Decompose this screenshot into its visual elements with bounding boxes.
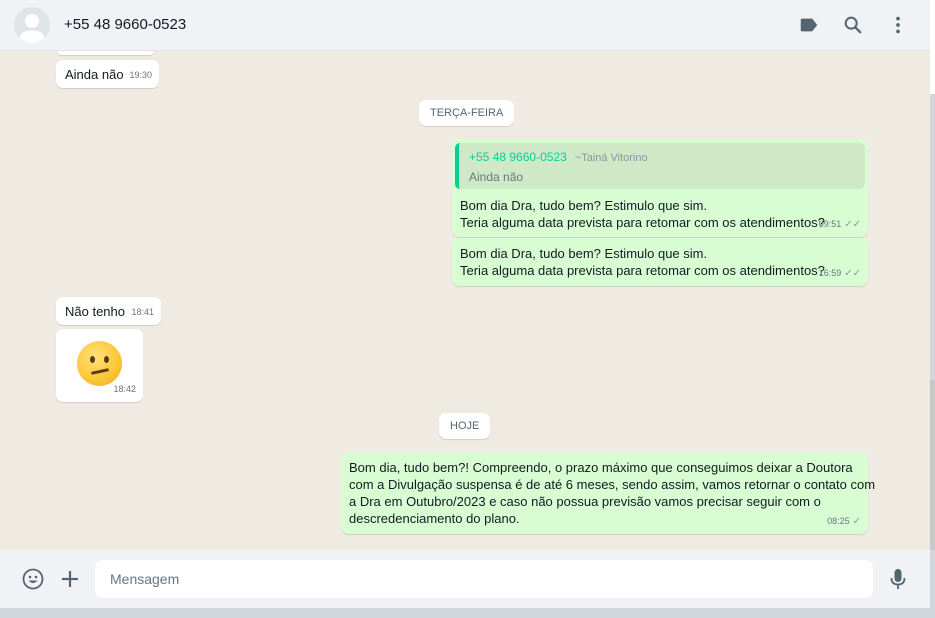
quote-text: Ainda não — [469, 170, 524, 184]
date-divider: HOJE — [439, 413, 491, 439]
message-bubble-incoming[interactable]: Não tenho 18:41 — [56, 297, 161, 325]
emoji-icon[interactable] — [21, 567, 45, 591]
double-check-icon: ✓✓ — [844, 268, 861, 279]
message-text: Bom dia Dra, tudo bem? Estimulo que sim.… — [460, 246, 825, 278]
search-icon[interactable] — [842, 14, 864, 36]
message-time: 09:51 ✓✓ — [818, 219, 861, 230]
date-divider: TERÇA-FEIRA — [419, 100, 515, 126]
scrollbar-thumb[interactable] — [930, 380, 935, 550]
message-bubble-outgoing[interactable]: Bom dia Dra, tudo bem? Estimulo que sim.… — [452, 238, 868, 286]
quoted-message[interactable]: +55 48 9660-0523 ~Tainá Vitorino Ainda nã… — [455, 143, 865, 189]
label-icon[interactable] — [798, 14, 820, 36]
chat-header: +55 48 9660-0523 — [0, 0, 930, 51]
message-input[interactable]: Mensagem — [95, 560, 873, 598]
message-time: 18:41 — [131, 307, 154, 317]
message-time: 18:42 — [113, 384, 136, 394]
message-time: 16:59 ✓✓ — [818, 268, 861, 279]
check-icon: ✓ — [852, 516, 861, 527]
double-check-icon: ✓✓ — [844, 219, 861, 230]
message-bubble-outgoing[interactable]: +55 48 9660-0523 ~Tainá Vitorino Ainda nã… — [452, 139, 868, 237]
composer-bar: Mensagem — [0, 550, 930, 608]
message-text: Ainda não — [65, 67, 124, 82]
menu-icon[interactable] — [887, 14, 909, 36]
plus-icon[interactable] — [58, 567, 82, 591]
contact-name[interactable]: +55 48 9660-0523 — [64, 16, 186, 33]
scrollbar-track-top — [930, 0, 935, 94]
message-bubble-incoming[interactable]: Ainda não 19:30 — [56, 60, 159, 88]
quote-sender: +55 48 9660-0523 ~Tainá Vitorino — [469, 150, 648, 164]
message-list[interactable]: Ainda não 19:30 TERÇA-FEIRA +55 48 9660-… — [0, 51, 930, 550]
microphone-icon[interactable] — [886, 567, 910, 591]
message-text: Bom dia Dra, tudo bem? Estimulo que sim.… — [460, 198, 825, 230]
message-bubble-clipped — [56, 51, 155, 55]
message-time: 19:30 — [129, 70, 152, 80]
scrollbar[interactable] — [930, 0, 935, 618]
message-bubble-emoji[interactable]: 18:42 — [56, 329, 143, 402]
message-bubble-outgoing[interactable]: Bom dia, tudo bem?! Compreendo, o prazo … — [341, 452, 875, 534]
window-edge — [0, 608, 935, 618]
message-text: Não tenho — [65, 304, 125, 319]
contact-avatar[interactable] — [14, 7, 50, 43]
message-time: 08:25 ✓ — [827, 516, 861, 527]
quote-author: ~Tainá Vitorino — [574, 152, 648, 164]
message-text: Bom dia, tudo bem?! Compreendo, o prazo … — [349, 460, 876, 526]
confused-face-icon — [77, 341, 122, 386]
